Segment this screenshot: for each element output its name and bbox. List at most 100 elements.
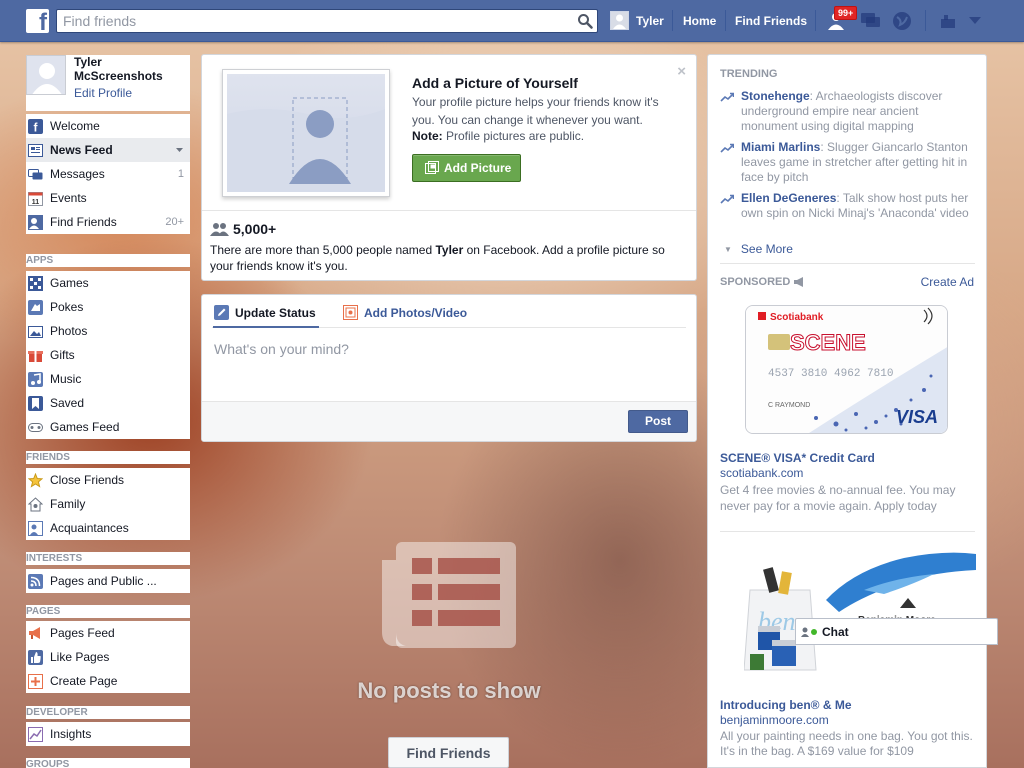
sidebar-item-label: Pages and Public ...: [50, 574, 157, 588]
trending-item[interactable]: Ellen DeGeneres: Talk show host puts her…: [720, 191, 975, 221]
sidebar-item-welcome[interactable]: f Welcome: [26, 114, 190, 138]
svg-text:C RAYMOND: C RAYMOND: [768, 402, 810, 409]
friends-nav: Close Friends Family Acquaintances: [26, 468, 190, 540]
chevron-down-icon: ▼: [724, 244, 732, 254]
sidebar-item-messages[interactable]: Messages 1: [26, 162, 190, 186]
sidebar-item-label: Pages Feed: [50, 626, 115, 640]
divider: [720, 531, 975, 532]
chat-bar[interactable]: Chat: [795, 618, 998, 645]
sidebar-item-label: News Feed: [50, 143, 113, 157]
sidebar-item-games[interactable]: Games: [26, 271, 190, 295]
chevron-down-icon[interactable]: [176, 148, 183, 152]
home-link[interactable]: Home: [683, 14, 716, 28]
sidebar-item-label: Games Feed: [50, 420, 120, 434]
sidebar-item-label: Close Friends: [50, 473, 125, 487]
svg-text:11: 11: [32, 199, 40, 206]
add-profile-picture-card: Add a Picture of Yourself Your profile p…: [201, 54, 697, 281]
sidebar-item-acquaintances[interactable]: Acquaintances: [26, 516, 190, 540]
sidebar-item-news-feed[interactable]: News Feed: [26, 138, 190, 162]
sidebar-item-create-page[interactable]: Create Page: [26, 669, 190, 693]
search-input[interactable]: [57, 10, 557, 32]
divider: [815, 10, 816, 31]
sidebar-item-saved[interactable]: Saved: [26, 391, 190, 415]
interests-nav: Pages and Public ...: [26, 569, 190, 593]
main-nav: f Welcome News Feed Messages 1 11 Events…: [26, 114, 190, 234]
chat-person-icon: [801, 627, 809, 637]
create-page-icon: [28, 673, 43, 689]
trending-item[interactable]: Stonehenge: Archaeologists discover unde…: [720, 89, 975, 134]
sidebar-item-close-friends[interactable]: Close Friends: [26, 468, 190, 492]
saved-icon: [28, 395, 43, 411]
post-button[interactable]: Post: [628, 410, 688, 433]
sidebar-item-family[interactable]: Family: [26, 492, 190, 516]
sidebar-item-label: Saved: [50, 396, 85, 410]
acquaintances-icon: [28, 520, 43, 536]
status-composer: Update Status Add Photos/Video Post: [201, 294, 697, 442]
apps-heading: APPS: [26, 254, 190, 267]
search-box: [56, 9, 598, 33]
close-icon[interactable]: ×: [677, 63, 686, 80]
sidebar-item-label: Acquaintances: [50, 521, 129, 535]
games-icon: [28, 275, 43, 291]
search-icon[interactable]: [577, 13, 593, 29]
sidebar-item-like-pages[interactable]: Like Pages: [26, 645, 190, 669]
edit-profile-link[interactable]: Edit Profile: [74, 86, 132, 100]
sidebar-item-label: Events: [50, 191, 87, 205]
facebook-logo-icon[interactable]: f: [26, 9, 49, 35]
divider: [672, 10, 673, 31]
ad-title[interactable]: Introducing ben® & Me: [720, 698, 852, 712]
trending-arrow-icon: [720, 92, 734, 102]
privacy-shortcuts-icon[interactable]: [940, 14, 956, 28]
profile-summary: Tyler McScreenshots Edit Profile: [26, 55, 190, 111]
status-input[interactable]: [214, 341, 684, 357]
sidebar-item-label: Like Pages: [50, 650, 110, 664]
ad-url[interactable]: scotiabank.com: [720, 466, 803, 480]
find-friends-button[interactable]: Find Friends: [388, 737, 509, 768]
sidebar-item-events[interactable]: 11 Events: [26, 186, 190, 210]
find-friends-link[interactable]: Find Friends: [735, 14, 807, 28]
trending-arrow-icon: [720, 143, 734, 153]
notifications-globe-icon[interactable]: [892, 11, 912, 31]
people-icon: [210, 223, 229, 236]
sidebar-item-gifts[interactable]: Gifts: [26, 343, 190, 367]
trending-item[interactable]: Miami Marlins: Slugger Giancarlo Stanton…: [720, 140, 975, 185]
scotiabank-ad-image[interactable]: Scotiabank SCENE 4537 3810 4962 7810 C R…: [745, 305, 948, 434]
groups-heading: GROUPS: [26, 758, 190, 768]
svg-text:SCENE: SCENE: [790, 330, 866, 355]
sidebar-item-photos[interactable]: Photos: [26, 319, 190, 343]
benjamin-moore-ad-image[interactable]: ben Benjamin Moore: [744, 550, 976, 675]
divider: [925, 10, 926, 31]
interests-heading: INTERESTS: [26, 552, 190, 565]
sidebar-item-music[interactable]: Music: [26, 367, 190, 391]
see-more-link[interactable]: ▼ See More: [724, 242, 793, 256]
profile-name[interactable]: Tyler McScreenshots: [74, 55, 184, 83]
events-icon: 11: [28, 191, 43, 206]
pencil-icon: [214, 305, 229, 320]
sidebar-item-games-feed[interactable]: Games Feed: [26, 415, 190, 439]
messages-icon: [28, 168, 43, 179]
composer-footer: Post: [202, 401, 696, 441]
create-ad-link[interactable]: Create Ad: [921, 275, 974, 289]
sidebar-item-insights[interactable]: Insights: [26, 722, 190, 746]
sidebar-item-label: Photos: [50, 324, 88, 338]
sidebar-item-find-friends[interactable]: Find Friends 20+: [26, 210, 190, 234]
sidebar-item-label: Welcome: [50, 119, 100, 133]
star-icon: [28, 472, 43, 488]
ad-title[interactable]: SCENE® VISA* Credit Card: [720, 451, 875, 465]
user-avatar[interactable]: [610, 11, 629, 30]
ad-url[interactable]: benjaminmoore.com: [720, 713, 829, 727]
sidebar-item-pokes[interactable]: Pokes: [26, 295, 190, 319]
messages-icon[interactable]: [860, 11, 882, 31]
online-status-icon: [811, 628, 817, 635]
divider: [202, 210, 696, 211]
profile-avatar[interactable]: [26, 55, 66, 95]
sidebar-item-pages-feed[interactable]: Pages Feed: [26, 621, 190, 645]
add-picture-button[interactable]: Add Picture: [412, 154, 521, 182]
welcome-icon: f: [28, 118, 43, 134]
tab-add-photos-video[interactable]: Add Photos/Video: [343, 305, 467, 320]
sponsored-heading: SPONSORED: [720, 276, 806, 288]
tab-update-status[interactable]: Update Status: [214, 305, 316, 320]
account-menu-chevron-down-icon[interactable]: [969, 17, 981, 25]
profile-link[interactable]: Tyler: [636, 14, 664, 28]
sidebar-item-pages-and-public-figures[interactable]: Pages and Public ...: [26, 569, 190, 593]
